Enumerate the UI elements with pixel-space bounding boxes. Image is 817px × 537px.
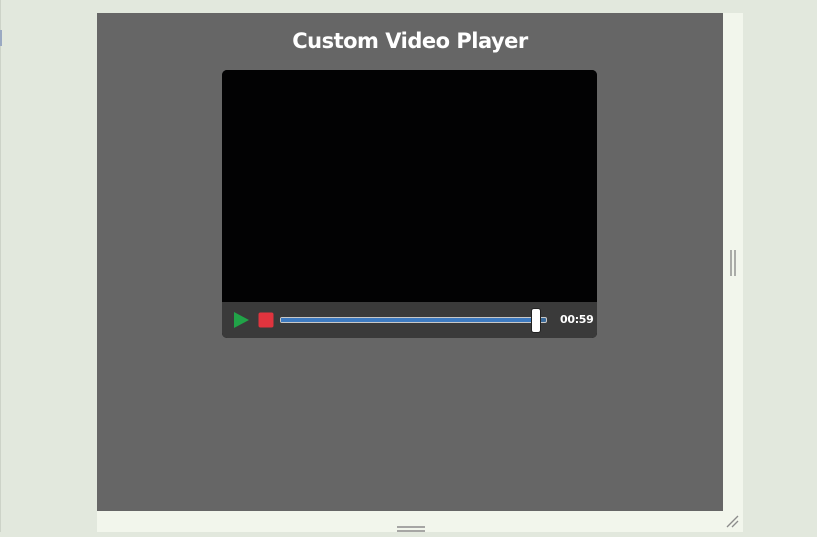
edge-marker (0, 30, 2, 46)
play-button[interactable] (232, 311, 250, 329)
stop-button[interactable] (258, 312, 274, 328)
time-display: 00:59 (560, 313, 594, 326)
resize-handle-vertical-icon (730, 250, 736, 276)
stop-icon (258, 312, 274, 328)
resize-handle-vertical[interactable] (729, 250, 737, 276)
seek-bar[interactable] (280, 317, 547, 323)
resize-grip-icon (726, 515, 739, 528)
player-controls: 00:59 (222, 302, 597, 338)
resize-grip[interactable] (725, 513, 739, 528)
resize-handle-horizontal[interactable] (397, 518, 425, 532)
seek-progress (281, 318, 539, 322)
preview-stage: Custom Video Player 00:59 (97, 13, 723, 511)
window-edge (0, 0, 1, 532)
seek-thumb[interactable] (530, 308, 541, 333)
video-player: 00:59 (222, 70, 597, 338)
page-title: Custom Video Player (292, 29, 528, 53)
play-icon (234, 312, 249, 328)
video-screen[interactable] (222, 70, 597, 302)
